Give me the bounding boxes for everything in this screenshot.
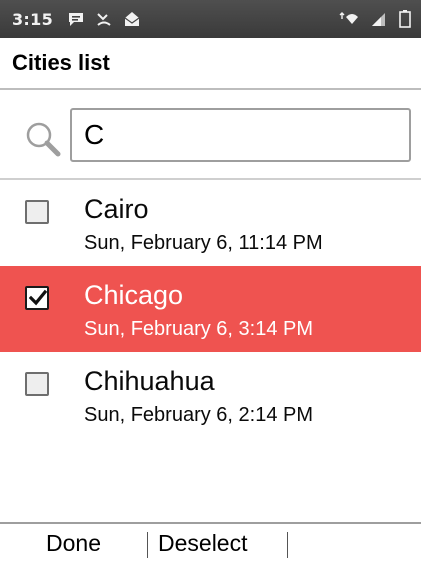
search-input[interactable] <box>70 108 411 162</box>
softkey-separator <box>287 532 288 558</box>
status-icons-left <box>68 11 140 31</box>
softkey-separator <box>147 532 148 558</box>
city-time: Sun, February 6, 11:14 PM <box>84 232 323 254</box>
wifi-data-icon <box>339 11 359 31</box>
list-item-chicago[interactable]: Chicago Sun, February 6, 3:14 PM <box>0 266 421 352</box>
header-divider <box>0 88 421 90</box>
city-time: Sun, February 6, 3:14 PM <box>84 318 314 340</box>
list-item-chihuahua[interactable]: Chihuahua Sun, February 6, 2:14 PM <box>0 352 421 438</box>
message-icon <box>68 11 84 31</box>
missed-call-icon <box>96 11 112 31</box>
checkbox-cairo[interactable] <box>25 200 49 224</box>
city-name: Chihuahua <box>84 366 215 396</box>
city-time: Sun, February 6, 2:14 PM <box>84 404 314 426</box>
softkey-bar: Done Deselect <box>0 522 421 565</box>
checkbox-chihuahua[interactable] <box>25 372 49 396</box>
signal-icon <box>371 11 387 31</box>
city-name: Cairo <box>84 194 149 224</box>
status-time: 3:15 <box>12 10 53 29</box>
city-name: Chicago <box>84 280 184 310</box>
search-icon <box>24 120 64 160</box>
list-item-cairo[interactable]: Cairo Sun, February 6, 11:14 PM <box>0 180 421 266</box>
checkmark-icon <box>29 289 47 306</box>
battery-icon <box>399 10 411 32</box>
status-icons-right <box>339 10 411 32</box>
page-title: Cities list <box>12 50 110 75</box>
deselect-softkey[interactable]: Deselect <box>158 530 247 557</box>
status-bar: 3:15 <box>0 0 421 38</box>
email-icon <box>124 11 140 31</box>
checkbox-chicago[interactable] <box>25 286 49 310</box>
done-softkey[interactable]: Done <box>46 530 101 557</box>
search-row <box>0 100 421 168</box>
cities-list: Cairo Sun, February 6, 11:14 PM Chicago … <box>0 180 421 438</box>
